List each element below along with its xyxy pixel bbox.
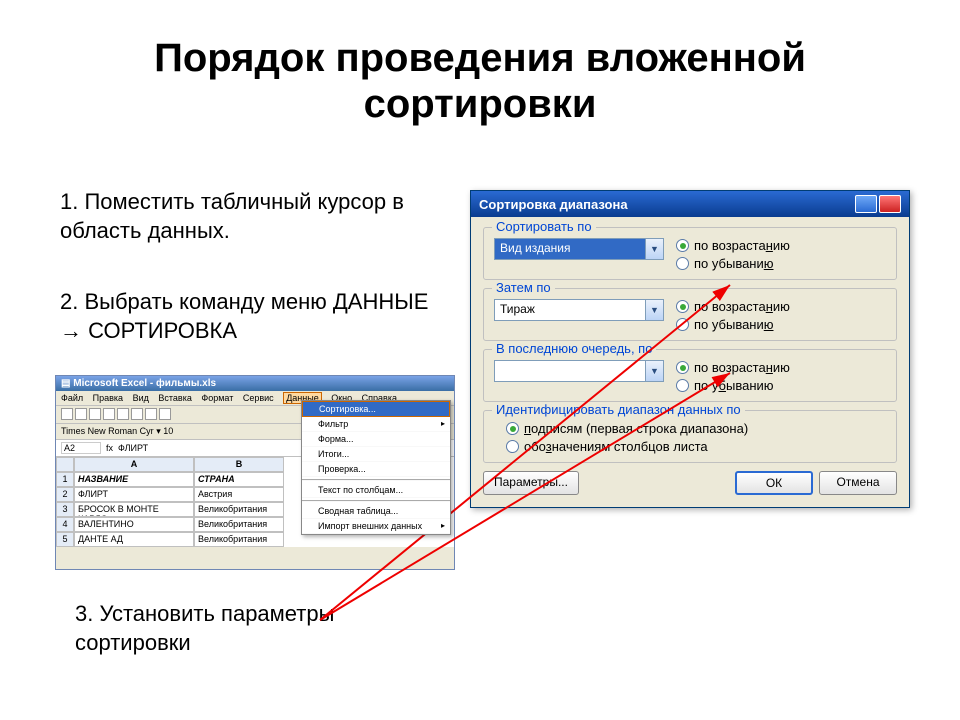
chevron-down-icon[interactable]: ▼ [645, 300, 663, 320]
close-button[interactable] [879, 195, 901, 213]
radio-columns[interactable]: обозначениям столбцов листа [506, 439, 886, 454]
chevron-down-icon[interactable]: ▼ [645, 239, 663, 259]
menu-item-totals[interactable]: Итоги... [302, 447, 450, 462]
bullet-3: 3. Установить параметры сортировки [0, 600, 440, 657]
slide-title: Порядок проведения вложенной сортировки [0, 0, 960, 137]
label-last-by: В последнюю очередь, по [492, 341, 656, 356]
radio-asc-3[interactable]: по возрастанию [676, 360, 790, 375]
cell-a4[interactable]: ВАЛЕНТИНО [74, 517, 194, 532]
header-country[interactable]: СТРАНА [194, 472, 284, 487]
row-2[interactable]: 2 [56, 487, 74, 502]
ok-button[interactable]: ОК [735, 471, 813, 495]
combo-last-by[interactable]: ▼ [494, 360, 664, 382]
col-b[interactable]: B [194, 457, 284, 472]
radio-desc-2[interactable]: по убыванию [676, 317, 790, 332]
group-sort-by: Сортировать по Вид издания ▼ по возраста… [483, 227, 897, 280]
excel-screenshot: ▤ Microsoft Excel - фильмы.xls Файл Прав… [55, 375, 455, 570]
menu-edit[interactable]: Правка [93, 393, 123, 403]
cell-b2[interactable]: Австрия [194, 487, 284, 502]
col-a[interactable]: A [74, 457, 194, 472]
cancel-button[interactable]: Отмена [819, 471, 897, 495]
button-bar: Параметры... ОК Отмена [483, 471, 897, 495]
menu-item-validation[interactable]: Проверка... [302, 462, 450, 477]
menu-item-sort[interactable]: Сортировка... [302, 401, 450, 417]
cell-a3[interactable]: БРОСОК В МОНТЕ КАРЛО [74, 502, 194, 517]
group-then-by: Затем по Тираж ▼ по возрастанию по убыва… [483, 288, 897, 341]
radio-desc-3[interactable]: по убыванию [676, 378, 790, 393]
dialog-titlebar[interactable]: Сортировка диапазона [471, 191, 909, 217]
col-corner[interactable] [56, 457, 74, 472]
combo-then-by[interactable]: Тираж ▼ [494, 299, 664, 321]
menu-item-textcols[interactable]: Текст по столбцам... [302, 483, 450, 498]
bullet-2: 2. Выбрать команду меню ДАННЫЕ → СОРТИРО… [0, 288, 440, 345]
label-then-by: Затем по [492, 280, 555, 295]
sort-dialog: Сортировка диапазона Сортировать по Вид … [470, 190, 910, 508]
menu-item-import[interactable]: Импорт внешних данных [302, 519, 450, 534]
combo-sort-by[interactable]: Вид издания ▼ [494, 238, 664, 260]
menu-file[interactable]: Файл [61, 393, 83, 403]
menu-view[interactable]: Вид [133, 393, 149, 403]
menu-item-filter[interactable]: Фильтр [302, 417, 450, 432]
row-5[interactable]: 5 [56, 532, 74, 547]
group-last-by: В последнюю очередь, по ▼ по возрастанию… [483, 349, 897, 402]
header-name[interactable]: НАЗВАНИЕ [74, 472, 194, 487]
radio-asc-2[interactable]: по возрастанию [676, 299, 790, 314]
group-identify: Идентифицировать диапазон данных по подп… [483, 410, 897, 463]
menu-tools[interactable]: Сервис [243, 393, 274, 403]
radio-desc-1[interactable]: по убыванию [676, 256, 790, 271]
excel-icon: ▤ [61, 378, 73, 389]
cell-a2[interactable]: ФЛИРТ [74, 487, 194, 502]
params-button[interactable]: Параметры... [483, 471, 579, 495]
help-button[interactable] [855, 195, 877, 213]
menu-insert[interactable]: Вставка [158, 393, 191, 403]
radio-labels[interactable]: подписям (первая строка диапазона) [506, 421, 886, 436]
menu-item-pivot[interactable]: Сводная таблица... [302, 504, 450, 519]
cell-b3[interactable]: Великобритания [194, 502, 284, 517]
label-sort-by: Сортировать по [492, 219, 596, 234]
row-1[interactable]: 1 [56, 472, 74, 487]
cell-a5[interactable]: ДАНТЕ АД [74, 532, 194, 547]
radio-asc-1[interactable]: по возрастанию [676, 238, 790, 253]
excel-title: ▤ Microsoft Excel - фильмы.xls [56, 376, 454, 391]
bullet-1: 1. Поместить табличный курсор в область … [0, 188, 440, 245]
chevron-down-icon[interactable]: ▼ [645, 361, 663, 381]
menu-item-form[interactable]: Форма... [302, 432, 450, 447]
row-3[interactable]: 3 [56, 502, 74, 517]
cell-b4[interactable]: Великобритания [194, 517, 284, 532]
label-identify: Идентифицировать диапазон данных по [492, 402, 745, 417]
cell-b5[interactable]: Великобритания [194, 532, 284, 547]
data-menu-dropdown[interactable]: Сортировка... Фильтр Форма... Итоги... П… [301, 400, 451, 535]
row-4[interactable]: 4 [56, 517, 74, 532]
menu-format[interactable]: Формат [201, 393, 233, 403]
dialog-title: Сортировка диапазона [479, 197, 628, 212]
